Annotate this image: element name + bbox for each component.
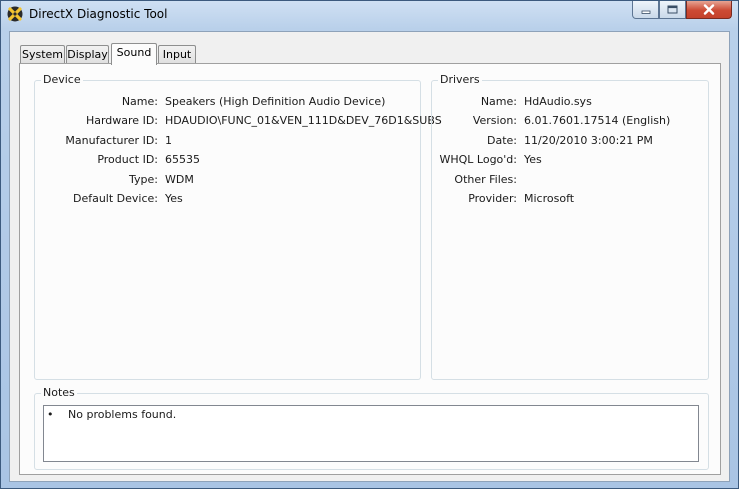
field-value: HDAUDIO\FUNC_01&VEN_111D&DEV_76D1&SUBS: [165, 114, 442, 127]
close-icon: [703, 4, 715, 15]
maximize-icon: [667, 5, 678, 14]
field-value: 11/20/2010 3:00:21 PM: [524, 134, 653, 147]
field-label: Version:: [472, 114, 517, 127]
field-label: Provider:: [468, 192, 517, 205]
notes-group: Notes • No problems found.: [34, 386, 709, 470]
tab-input[interactable]: Input: [158, 45, 196, 63]
window-title: DirectX Diagnostic Tool: [29, 7, 168, 21]
field-label: Date:: [487, 134, 517, 147]
minimize-icon: [641, 10, 650, 14]
tab-system[interactable]: System: [20, 45, 65, 63]
field-value: Speakers (High Definition Audio Device): [165, 95, 386, 108]
maximize-button[interactable]: [659, 1, 686, 19]
drivers-heading: Drivers: [438, 73, 482, 86]
client-area: System Display Sound Input Device Name: …: [9, 31, 730, 482]
bullet-icon: •: [47, 408, 54, 421]
field-value: 6.01.7601.17514 (English): [524, 114, 671, 127]
device-group: Device Name: Speakers (High Definition A…: [34, 73, 442, 380]
tab-display[interactable]: Display: [66, 45, 109, 63]
field-label: WHQL Logo'd:: [439, 153, 517, 166]
field-label: Name:: [121, 95, 158, 108]
field-label: Name:: [480, 95, 517, 108]
field-value: WDM: [165, 173, 194, 186]
notes-heading: Notes: [41, 386, 77, 399]
field-value: Microsoft: [524, 192, 575, 205]
field-label: Default Device:: [72, 192, 158, 205]
title-bar[interactable]: DirectX Diagnostic Tool: [1, 1, 738, 27]
directx-icon: [7, 6, 23, 22]
sound-tab-panel: Device Name: Speakers (High Definition A…: [19, 63, 721, 475]
field-label: Type:: [129, 173, 158, 186]
field-label: Other Files:: [454, 173, 517, 186]
field-value: Yes: [165, 192, 183, 205]
notes-textbox[interactable]: • No problems found.: [43, 405, 699, 462]
notes-item: No problems found.: [68, 408, 177, 421]
field-value: 1: [165, 134, 172, 147]
field-value: Yes: [524, 153, 542, 166]
drivers-group: Drivers Name: HdAudio.sys Version: 6.01.…: [431, 73, 709, 380]
close-button[interactable]: [686, 1, 732, 19]
field-label: Manufacturer ID:: [65, 134, 158, 147]
field-label: Hardware ID:: [85, 114, 158, 127]
field-value: 65535: [165, 153, 200, 166]
field-value: HdAudio.sys: [524, 95, 592, 108]
minimize-button[interactable]: [632, 1, 659, 19]
device-heading: Device: [41, 73, 83, 86]
field-label: Product ID:: [97, 153, 158, 166]
window: DirectX Diagnostic Tool System Display S…: [0, 0, 739, 489]
tab-sound[interactable]: Sound: [111, 43, 157, 65]
